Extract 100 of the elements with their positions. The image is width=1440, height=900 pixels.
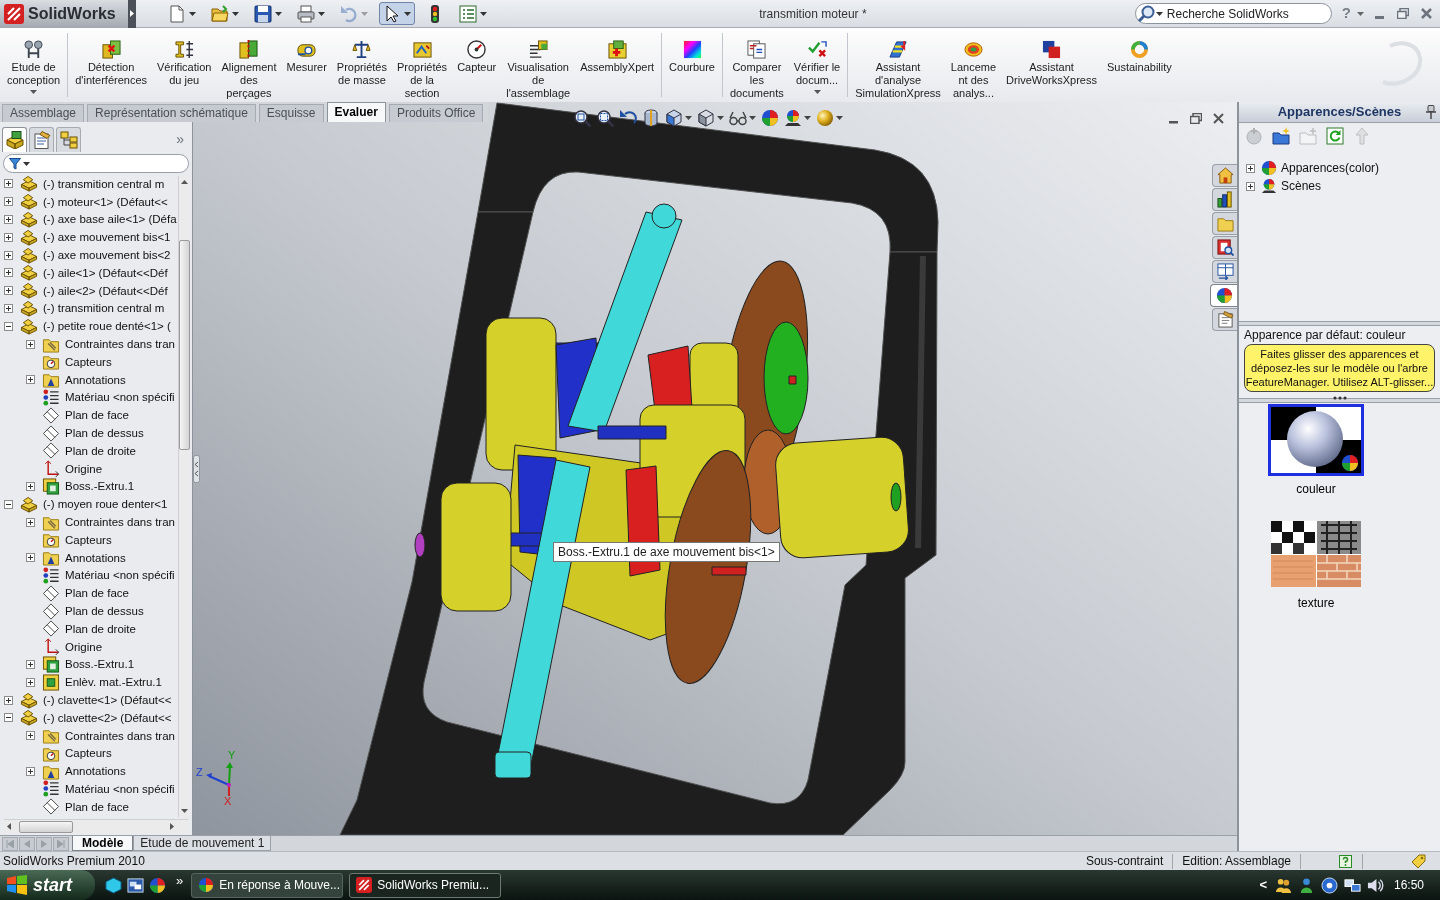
expand-icon[interactable] (26, 659, 35, 669)
expand-icon[interactable] (4, 179, 13, 189)
collapse-icon[interactable] (4, 321, 13, 331)
zoom-area-icon[interactable] (596, 109, 614, 127)
close-icon[interactable] (1421, 8, 1432, 19)
expand-icon[interactable] (26, 481, 35, 491)
hexagon-icon[interactable] (105, 876, 122, 894)
scene-ball-icon[interactable] (784, 109, 802, 127)
appearances-tab[interactable] (1210, 284, 1237, 307)
shaded-cube-icon[interactable] (697, 109, 715, 127)
restore-icon[interactable] (1190, 113, 1202, 124)
expand-icon[interactable] (26, 731, 35, 741)
sustainability-button[interactable]: Sustainability (1102, 28, 1177, 102)
menu-arrow-button[interactable] (128, 0, 136, 28)
mass-properties-button[interactable]: Propriétés de masse (331, 28, 392, 102)
home-tab[interactable] (1212, 164, 1237, 187)
hole-alignment-button[interactable]: Alignement des perçages (216, 28, 282, 102)
filter-field[interactable] (3, 154, 189, 173)
tree-item[interactable]: Plan de face (65, 408, 129, 423)
expand-icon[interactable] (4, 250, 13, 260)
tree-item[interactable]: (-) aile<1> (Défaut<<Déf (43, 265, 168, 280)
taskbar-button[interactable]: En réponse à Mouve... (191, 872, 344, 898)
expand-icon[interactable] (26, 375, 35, 385)
view-cube-icon[interactable] (665, 109, 683, 127)
appearance-thumbnail-button[interactable]: couleur (1268, 404, 1364, 498)
tree-item[interactable]: (-) axe mouvement bis<1 (43, 230, 171, 245)
tree-item[interactable]: Annotations (65, 764, 126, 779)
assemblyxpert-button[interactable]: AssemblyXpert (575, 28, 660, 102)
tree-item[interactable]: Enlèv. mat.-Extru.1 (65, 675, 162, 690)
custom-properties-tab[interactable] (1212, 308, 1237, 331)
tree-item[interactable]: Plan de droite (65, 621, 136, 636)
tag-icon[interactable] (1411, 853, 1426, 869)
expand-icon[interactable] (26, 766, 35, 776)
expand-icon[interactable] (4, 215, 13, 224)
tree-item[interactable]: Annotations (65, 372, 126, 387)
collapse-button[interactable]: » (176, 129, 184, 149)
assembly-visualization-button[interactable]: Visualisation de l'assemblage (501, 28, 576, 102)
expand-icon[interactable] (4, 286, 13, 296)
tree-item[interactable]: (-) clavette<1> (Défaut<< (43, 693, 172, 707)
refresh-icon[interactable] (1326, 127, 1344, 145)
browser-icon[interactable] (149, 876, 166, 894)
tree-item[interactable]: (-) petite roue denté<1> ( (43, 319, 171, 334)
glasses-icon[interactable] (729, 109, 747, 127)
tree-item[interactable]: Capteurs (65, 532, 112, 547)
people-icon[interactable] (1274, 876, 1292, 894)
caret-icon[interactable] (717, 116, 724, 120)
search-tab[interactable] (1212, 236, 1237, 259)
view-palette-tab[interactable] (1212, 260, 1237, 283)
tree-item[interactable]: Boss.-Extru.1 (65, 479, 135, 494)
collapse-icon[interactable] (4, 713, 13, 723)
compare-button[interactable]: Comparer les documents (724, 28, 789, 102)
caret-icon[interactable] (685, 116, 692, 120)
expand-icon[interactable] (4, 197, 13, 207)
tree-item[interactable]: (-) aile<2> (Défaut<<Déf (43, 283, 168, 298)
taskbar-button[interactable]: SolidWorks Premiu... (349, 872, 502, 898)
tree-item[interactable]: Plan de dessus (65, 426, 144, 441)
tree-item[interactable]: (-) moteur<1> (Défaut<< (43, 194, 168, 209)
tree-item[interactable]: (-) moyen roue denter<1 (43, 497, 168, 512)
tree-item[interactable]: Apparences(color) (1281, 159, 1380, 177)
caret-icon[interactable] (836, 116, 843, 120)
tree-item[interactable]: Annotations (65, 550, 126, 565)
expand-icon[interactable] (4, 268, 13, 278)
tab[interactable]: Evaluer (326, 102, 386, 122)
tree-item[interactable]: Plan de dessus (65, 604, 144, 618)
tree-item[interactable]: Contraintes dans tran (65, 728, 175, 743)
expand-icon[interactable] (26, 339, 35, 349)
features-tab[interactable] (2, 127, 27, 152)
tab[interactable]: Produits Office (388, 104, 484, 122)
network-icon[interactable] (1343, 876, 1361, 894)
shiny-sphere-icon[interactable] (816, 109, 834, 127)
tree-item[interactable]: Boss.-Extru.1 (65, 657, 135, 672)
collapse-icon[interactable] (4, 499, 13, 509)
pushpin-icon[interactable] (1425, 105, 1437, 119)
clearance-button[interactable]: Vérification du jeu (152, 28, 217, 102)
scrollbar-thumb[interactable] (19, 820, 73, 833)
tree-item[interactable]: (-) transmition central m (43, 301, 165, 316)
caret-icon[interactable] (749, 116, 756, 120)
tree-item[interactable]: Contraintes dans tran (65, 337, 175, 352)
vertical-scrollbar[interactable] (178, 176, 190, 817)
scroll-left-icon[interactable] (7, 823, 11, 830)
driveworks-button[interactable]: Assistant DriveWorksXpress (1001, 28, 1102, 102)
design-study-button[interactable]: Etude de conception (2, 28, 66, 102)
color-ball-icon[interactable] (761, 109, 779, 127)
app-menu-button[interactable]: SolidWorks (0, 0, 128, 28)
tree-item[interactable]: Plan de face (65, 586, 129, 601)
configurations-tab[interactable] (56, 127, 81, 152)
restore-icon[interactable] (1397, 8, 1409, 19)
zoom-fit-icon[interactable] (573, 109, 591, 127)
tab[interactable]: Représentation schématique (87, 104, 256, 122)
tree-item[interactable]: Contraintes dans tran (65, 515, 175, 530)
simulation-button[interactable]: Assistant d'analyse SimulationXpress (850, 28, 946, 102)
properties-tab[interactable] (29, 127, 54, 152)
measure-button[interactable]: Mesurer (281, 28, 332, 102)
scroll-up-icon[interactable] (181, 180, 188, 184)
tree-item[interactable]: Matériau <non spécifi (65, 782, 175, 796)
tree-item[interactable]: Origine (65, 639, 103, 654)
scroll-right-icon[interactable] (170, 823, 174, 830)
tree-item[interactable]: (-) clavette<2> (Défaut<< (43, 710, 172, 725)
expand-icon[interactable] (4, 695, 13, 705)
tray-expand-button[interactable]: < (1259, 875, 1267, 895)
